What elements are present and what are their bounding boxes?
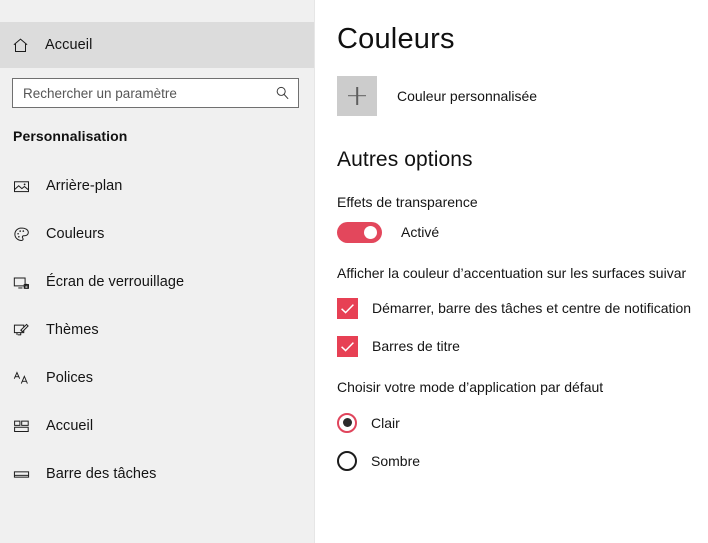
custom-color-button[interactable] [337,75,377,116]
sidebar-item-start[interactable]: Accueil [0,402,314,450]
search-box[interactable] [12,78,299,108]
sidebar-item-background[interactable]: Arrière-plan [0,162,314,210]
sidebar-item-label: Écran de verrouillage [46,274,185,290]
radio-label: Clair [371,414,400,431]
sidebar-item-fonts[interactable]: Polices [0,354,314,402]
sidebar-item-label: Couleurs [46,226,105,242]
search-input[interactable] [13,79,298,107]
sidebar-top-strip [0,0,314,22]
toggle-knob [364,225,377,239]
sidebar-item-label: Thèmes [46,322,99,338]
checkbox-start-taskbar[interactable] [337,297,358,319]
fonts-aa-icon [13,370,41,387]
sidebar-item-themes[interactable]: Thèmes [0,306,314,354]
sidebar-section-title: Personnalisation [13,128,128,144]
palette-icon [13,226,41,243]
content-pane: Couleurs Couleur personnalisée Autres op… [315,0,708,543]
other-options-heading: Autres options [337,147,473,171]
checkbox-label: Démarrer, barre des tâches et centre de … [372,300,692,317]
search-icon[interactable] [275,86,290,101]
sidebar-item-colors[interactable]: Couleurs [0,210,314,258]
checkbox-label: Barres de titre [372,338,460,355]
theme-brush-icon [13,322,41,339]
transparency-toggle-row: Activé [337,221,708,243]
radio-row-light: Clair [337,412,708,433]
sidebar-item-taskbar[interactable]: Barre des tâches [0,450,314,498]
radio-row-dark: Sombre [337,450,708,471]
radio-dark[interactable] [337,450,357,471]
accent-surfaces-label: Afficher la couleur d’accentuation sur l… [337,264,687,281]
radio-label: Sombre [371,452,421,469]
checkbox-title-bars[interactable] [337,335,358,357]
search-container [0,68,314,108]
sidebar-item-home[interactable]: Accueil [0,22,314,68]
taskbar-icon [13,466,41,483]
sidebar-nav-list: Arrière-plan Couleurs Écran de verrouill… [0,162,314,498]
sidebar-item-label: Polices [46,370,94,386]
home-icon [12,37,40,54]
lock-screen-icon [13,274,41,291]
checkbox-row-start-taskbar: Démarrer, barre des tâches et centre de … [337,297,708,319]
picture-icon [13,178,41,195]
custom-color-row: Couleur personnalisée [337,75,708,116]
transparency-state-label: Activé [401,224,440,241]
custom-color-label: Couleur personnalisée [397,87,538,104]
sidebar-item-label: Arrière-plan [46,178,123,194]
page-title: Couleurs [337,23,455,55]
radio-light[interactable] [337,412,357,433]
app-mode-label: Choisir votre mode d’application par déf… [337,378,604,395]
plus-icon [348,87,366,105]
sidebar-item-label: Barre des tâches [46,466,157,482]
transparency-label: Effets de transparence [337,193,478,210]
settings-window: Accueil Personnalisation [0,0,708,543]
sidebar-item-lock-screen[interactable]: Écran de verrouillage [0,258,314,306]
transparency-toggle[interactable] [337,221,382,243]
sidebar-item-label: Accueil [46,418,94,434]
sidebar-home-label: Accueil [45,37,93,53]
start-tiles-icon [13,418,41,435]
radio-dot [342,418,352,428]
sidebar: Accueil Personnalisation [0,0,315,543]
checkbox-row-title-bars: Barres de titre [337,335,708,357]
